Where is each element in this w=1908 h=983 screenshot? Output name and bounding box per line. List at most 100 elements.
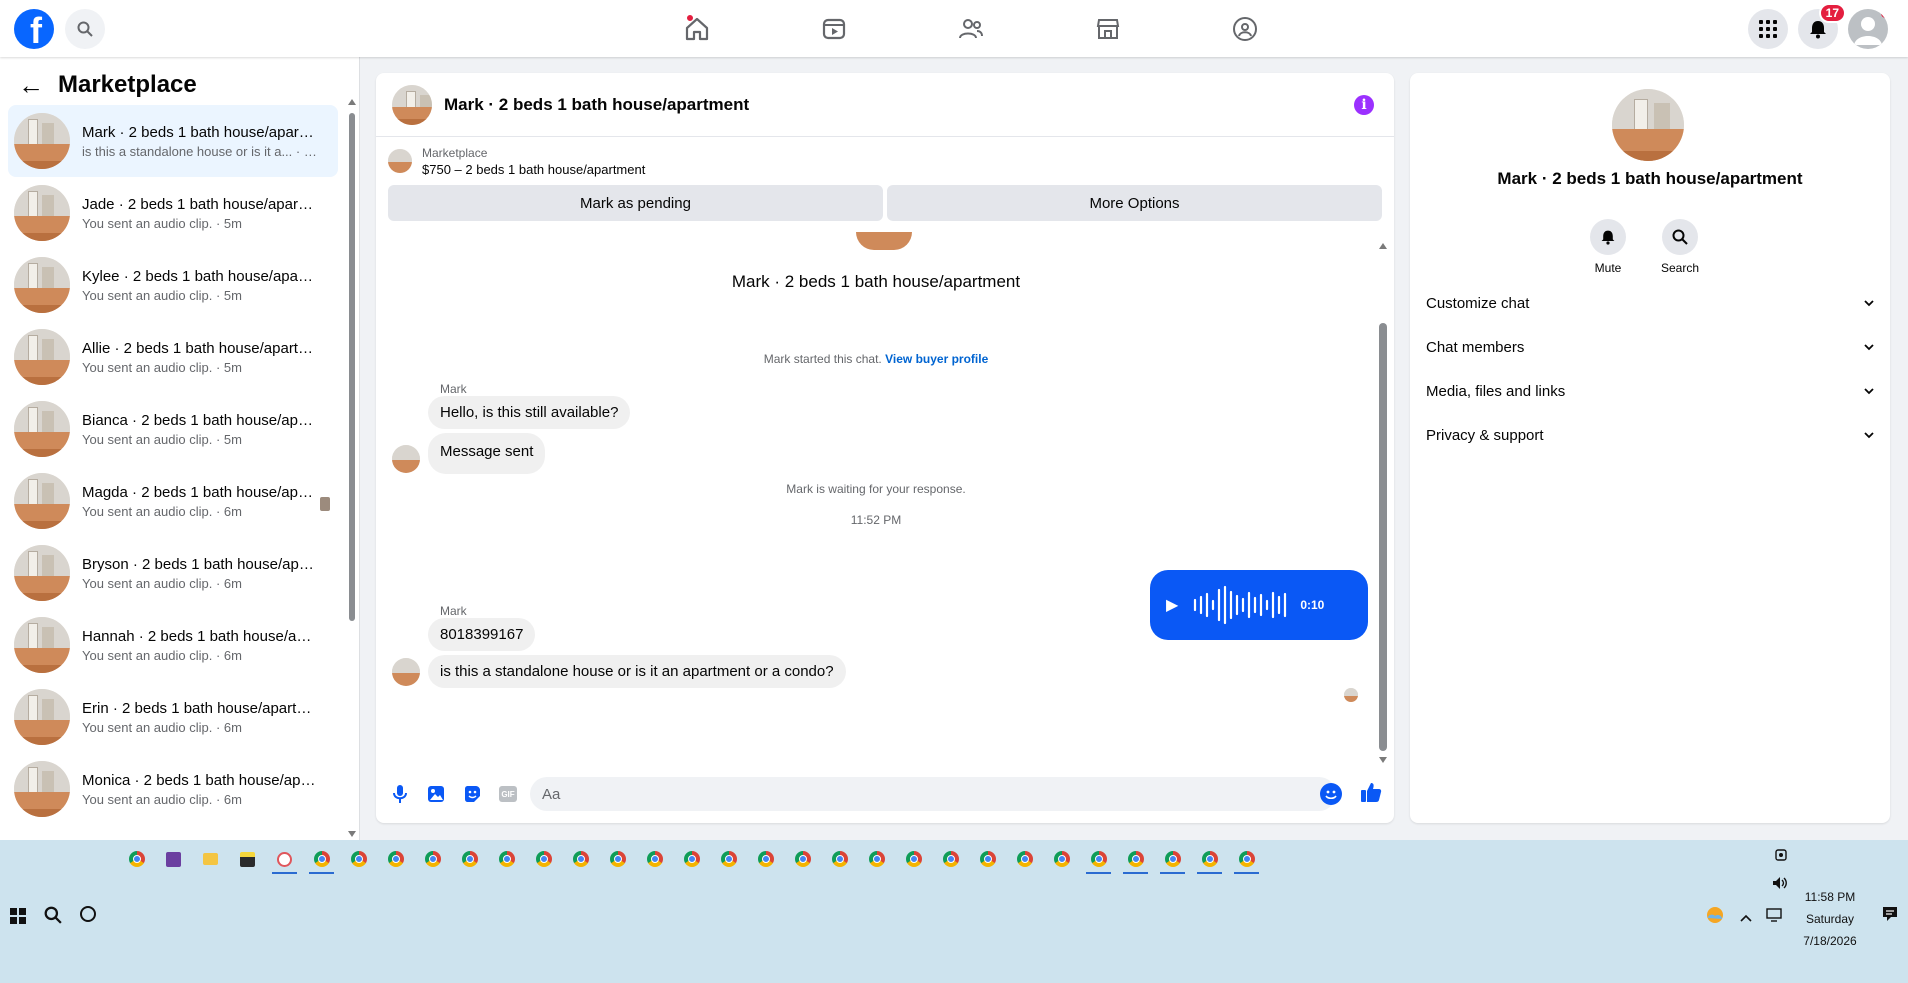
chat-title[interactable]: Mark · 2 beds 1 bath house/apartment	[444, 95, 749, 115]
taskbar-app-chrome[interactable]	[451, 846, 488, 872]
windows-start-icon[interactable]	[10, 908, 26, 924]
info-icon[interactable]: i	[1354, 95, 1374, 115]
thumbs-up-icon[interactable]	[1360, 781, 1382, 808]
taskbar-app-chrome[interactable]	[525, 846, 562, 872]
conversation-item[interactable]: Mark · 2 beds 1 bath house/apartment is t…	[8, 105, 338, 177]
taskbar-app-chrome[interactable]	[673, 846, 710, 872]
conversation-item[interactable]: Allie · 2 beds 1 bath house/apartment You…	[8, 321, 338, 393]
mute-button[interactable]: Mute	[1590, 219, 1626, 275]
conversation-item[interactable]: Erin · 2 beds 1 bath house/apartment You …	[8, 681, 338, 753]
action-center-icon[interactable]	[1882, 906, 1898, 927]
conversation-item[interactable]: Magda · 2 beds 1 bath house/apartment You…	[8, 465, 338, 537]
taskbar-search-icon[interactable]	[44, 906, 62, 929]
scroll-thumb[interactable]	[349, 113, 355, 621]
taskbar-app-chrome[interactable]	[414, 846, 451, 872]
taskbar-app-chrome[interactable]	[1080, 846, 1117, 874]
scroll-down-arrow[interactable]	[1379, 757, 1387, 763]
taskbar-app-chrome[interactable]	[303, 846, 340, 874]
taskbar-app-chrome[interactable]	[1228, 846, 1265, 874]
chat-profile-photo[interactable]	[1612, 89, 1684, 161]
sticker-icon[interactable]	[460, 782, 484, 806]
message-input[interactable]	[542, 785, 1282, 803]
conversation-item[interactable]: Bryson · 2 beds 1 bath house/apartment Yo…	[8, 537, 338, 609]
taskbar-app-paint[interactable]	[266, 846, 303, 874]
incoming-message[interactable]: is this a standalone house or is it an a…	[428, 655, 846, 688]
taskbar-app-chrome[interactable]	[1043, 846, 1080, 872]
taskbar-app-chrome[interactable]	[932, 846, 969, 872]
cortana-icon[interactable]	[80, 906, 96, 922]
taskbar-clock[interactable]: 11:58 PM Saturday 7/18/2026	[1790, 886, 1870, 952]
taskbar-app-chrome[interactable]	[747, 846, 784, 872]
back-arrow-icon[interactable]: ←	[18, 70, 44, 101]
emoji-icon[interactable]	[1320, 783, 1342, 805]
taskbar-app-chrome[interactable]	[340, 846, 377, 872]
conversation-item[interactable]: Bianca · 2 beds 1 bath house/apartment Yo…	[8, 393, 338, 465]
meet-now-icon[interactable]	[1774, 848, 1788, 867]
conversation-thumbnail	[14, 689, 70, 745]
incoming-message[interactable]: 8018399167	[428, 618, 536, 651]
menu-button[interactable]	[1748, 9, 1788, 49]
conversation-item[interactable]: Hannah · 2 beds 1 bath house/apartment Yo…	[8, 609, 338, 681]
taskbar-app-chrome[interactable]	[488, 846, 525, 872]
volume-icon[interactable]	[1772, 876, 1788, 895]
search-button[interactable]	[65, 9, 105, 49]
info-section-row[interactable]: Chat members	[1410, 325, 1890, 369]
taskbar-app-tor[interactable]	[155, 846, 192, 872]
sender-avatar[interactable]	[392, 658, 420, 686]
taskbar-app-chrome[interactable]	[858, 846, 895, 872]
taskbar-app-chrome[interactable]	[562, 846, 599, 872]
taskbar-app-chrome[interactable]	[821, 846, 858, 872]
account-avatar[interactable]	[1848, 9, 1888, 49]
scroll-up-arrow[interactable]	[348, 99, 356, 105]
info-section-row[interactable]: Privacy & support	[1410, 413, 1890, 457]
microphone-icon[interactable]	[388, 782, 412, 806]
inbox-scrollbar[interactable]	[348, 99, 356, 837]
chat-scrollbar[interactable]	[1378, 243, 1388, 763]
conversation-item[interactable]: Monica · 2 beds 1 bath house/apartment Yo…	[8, 753, 338, 825]
search-in-chat-button[interactable]: Search	[1661, 219, 1699, 275]
taskbar-app-folder[interactable]	[192, 846, 229, 872]
listing-summary[interactable]: Marketplace $750 – 2 beds 1 bath house/a…	[376, 137, 1394, 185]
incoming-message[interactable]: Message sent	[428, 433, 546, 474]
nav-home[interactable]	[628, 0, 765, 57]
mark-as-pending-button[interactable]: Mark as pending	[388, 185, 883, 221]
taskbar-app-chrome[interactable]	[118, 846, 155, 872]
sender-avatar[interactable]	[392, 445, 420, 473]
nav-video[interactable]	[765, 0, 902, 57]
taskbar-app-chrome[interactable]	[1154, 846, 1191, 874]
show-hidden-icons-chevron-icon[interactable]	[1740, 909, 1752, 927]
nav-marketplace[interactable]	[1039, 0, 1176, 57]
weather-icon[interactable]	[1704, 904, 1726, 931]
taskbar-app-chrome[interactable]	[1191, 846, 1228, 874]
network-icon[interactable]	[1766, 908, 1782, 927]
taskbar-app-sticky[interactable]	[229, 846, 266, 872]
gif-icon[interactable]: GIF	[496, 782, 520, 806]
more-options-button[interactable]: More Options	[887, 185, 1382, 221]
taskbar-app-chrome[interactable]	[1006, 846, 1043, 872]
incoming-message[interactable]: Hello, is this still available?	[428, 396, 631, 429]
taskbar-app-chrome[interactable]	[784, 846, 821, 872]
taskbar-app-chrome[interactable]	[895, 846, 932, 872]
audio-clip-message[interactable]: ▶ 0:10	[1150, 570, 1368, 640]
conversation-item[interactable]: Kylee · 2 beds 1 bath house/apartment You…	[8, 249, 338, 321]
scroll-down-arrow[interactable]	[348, 831, 356, 837]
notifications-button[interactable]: 17	[1798, 3, 1846, 49]
info-section-row[interactable]: Customize chat	[1410, 281, 1890, 325]
scroll-thumb[interactable]	[1379, 323, 1387, 751]
play-icon[interactable]: ▶	[1166, 595, 1178, 615]
taskbar-app-chrome[interactable]	[1117, 846, 1154, 874]
taskbar-app-chrome[interactable]	[710, 846, 747, 872]
conversation-item[interactable]: Jade · 2 beds 1 bath house/apartment You …	[8, 177, 338, 249]
facebook-logo[interactable]: f	[14, 9, 54, 49]
taskbar-app-chrome[interactable]	[377, 846, 414, 872]
photo-icon[interactable]	[424, 782, 448, 806]
nav-friends[interactable]	[902, 0, 1039, 57]
info-section-row[interactable]: Media, files and links	[1410, 369, 1890, 413]
taskbar-app-chrome[interactable]	[969, 846, 1006, 872]
listing-thumbnail[interactable]	[392, 84, 432, 125]
nav-groups[interactable]	[1176, 0, 1313, 57]
taskbar-app-chrome[interactable]	[599, 846, 636, 872]
taskbar-app-chrome[interactable]	[636, 846, 673, 872]
view-buyer-profile-link[interactable]: View buyer profile	[885, 352, 988, 366]
scroll-up-arrow[interactable]	[1379, 243, 1387, 249]
